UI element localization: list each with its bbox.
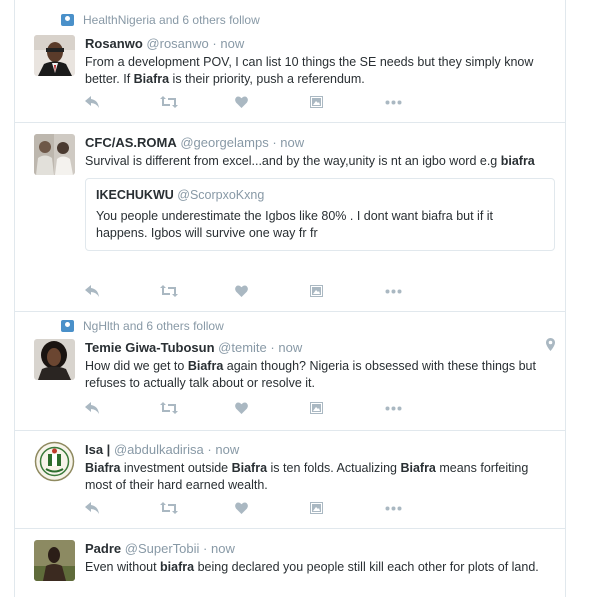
reply-icon[interactable]	[85, 401, 160, 415]
more-icon[interactable]	[385, 501, 460, 515]
media-icon[interactable]	[310, 401, 385, 415]
avatar[interactable]	[34, 134, 75, 175]
like-icon[interactable]	[235, 284, 310, 298]
user-fullname[interactable]: Rosanwo	[85, 36, 143, 51]
tweet[interactable]: CFC/AS.ROMA @georgelamps · now Survival …	[15, 123, 565, 312]
media-icon[interactable]	[310, 284, 385, 298]
retweet-icon[interactable]	[160, 501, 235, 515]
follow-context-icon	[61, 14, 74, 26]
follow-context-icon	[61, 320, 74, 332]
follow-context: HealthNigeria and 6 others follow	[61, 13, 260, 27]
retweet-icon[interactable]	[160, 401, 235, 415]
separator: ·	[212, 36, 217, 51]
avatar[interactable]	[34, 441, 75, 482]
tweet-header: Padre @SuperTobii · now	[85, 540, 545, 557]
tweet-actions	[85, 95, 460, 109]
tweet[interactable]: NgHlth and 6 others follow Temie Giwa-Tu…	[15, 312, 565, 431]
timestamp[interactable]: now	[215, 442, 239, 457]
tweet-text: Biafra investment outside Biafra is ten …	[85, 461, 529, 492]
tweet-stream: HealthNigeria and 6 others follow Rosanw…	[14, 0, 566, 597]
tweet-actions	[85, 501, 460, 515]
more-icon[interactable]	[385, 401, 460, 415]
tweet-header: CFC/AS.ROMA @georgelamps · now	[85, 134, 545, 151]
like-icon[interactable]	[235, 95, 310, 109]
tweet[interactable]: Isa | @abdulkadirisa · now Biafra invest…	[15, 431, 565, 529]
reply-icon[interactable]	[85, 501, 160, 515]
avatar[interactable]	[34, 540, 75, 581]
avatar[interactable]	[34, 339, 75, 380]
tweet-header: Isa | @abdulkadirisa · now	[85, 441, 545, 458]
tweet-header: Temie Giwa-Tubosun @temite · now	[85, 339, 545, 356]
more-icon[interactable]	[385, 95, 460, 109]
follow-context: NgHlth and 6 others follow	[61, 319, 224, 333]
reply-icon[interactable]	[85, 95, 160, 109]
tweet-text: How did we get to Biafra again though? N…	[85, 359, 536, 390]
user-fullname[interactable]: Temie Giwa-Tubosun	[85, 340, 215, 355]
like-icon[interactable]	[235, 401, 310, 415]
tweet-actions	[85, 401, 460, 415]
tweet-header: Rosanwo @rosanwo · now	[85, 35, 545, 52]
quoted-header: IKECHUKWU @ScorpxoKxng	[96, 187, 544, 203]
media-icon[interactable]	[310, 95, 385, 109]
media-icon[interactable]	[310, 501, 385, 515]
retweet-icon[interactable]	[160, 284, 235, 298]
quoted-fullname: IKECHUKWU	[96, 188, 174, 202]
timestamp[interactable]: now	[278, 340, 302, 355]
user-handle[interactable]: @rosanwo	[146, 36, 208, 51]
like-icon[interactable]	[235, 501, 310, 515]
tweet-text: Even without biafra being declared you p…	[85, 560, 539, 574]
separator: ·	[207, 442, 212, 457]
separator: ·	[270, 340, 275, 355]
context-text: NgHlth and 6 others follow	[83, 319, 224, 333]
separator: ·	[203, 541, 208, 556]
user-handle[interactable]: @temite	[218, 340, 267, 355]
retweet-icon[interactable]	[160, 95, 235, 109]
user-fullname[interactable]: Padre	[85, 541, 121, 556]
quoted-handle: @ScorpxoKxng	[177, 188, 265, 202]
avatar[interactable]	[34, 35, 75, 76]
timestamp[interactable]: now	[211, 541, 235, 556]
reply-icon[interactable]	[85, 284, 160, 298]
tweet[interactable]: Padre @SuperTobii · now Even without bia…	[15, 529, 565, 599]
separator: ·	[272, 135, 277, 150]
user-handle[interactable]: @abdulkadirisa	[114, 442, 204, 457]
timestamp[interactable]: now	[220, 36, 244, 51]
quoted-tweet[interactable]: IKECHUKWU @ScorpxoKxng You people undere…	[85, 178, 555, 251]
location-pin-icon	[546, 338, 555, 351]
user-handle[interactable]: @SuperTobii	[125, 541, 200, 556]
tweet-text: From a development POV, I can list 10 th…	[85, 55, 534, 86]
context-text: HealthNigeria and 6 others follow	[83, 13, 260, 27]
quoted-text: You people underestimate the Igbos like …	[96, 209, 494, 240]
user-fullname[interactable]: Isa |	[85, 442, 110, 457]
more-icon[interactable]	[385, 284, 460, 298]
tweet-text: Survival is different from excel...and b…	[85, 154, 535, 168]
timestamp[interactable]: now	[280, 135, 304, 150]
tweet[interactable]: HealthNigeria and 6 others follow Rosanw…	[15, 0, 565, 123]
user-fullname[interactable]: CFC/AS.ROMA	[85, 135, 177, 150]
user-handle[interactable]: @georgelamps	[180, 135, 268, 150]
tweet-actions	[85, 284, 460, 298]
